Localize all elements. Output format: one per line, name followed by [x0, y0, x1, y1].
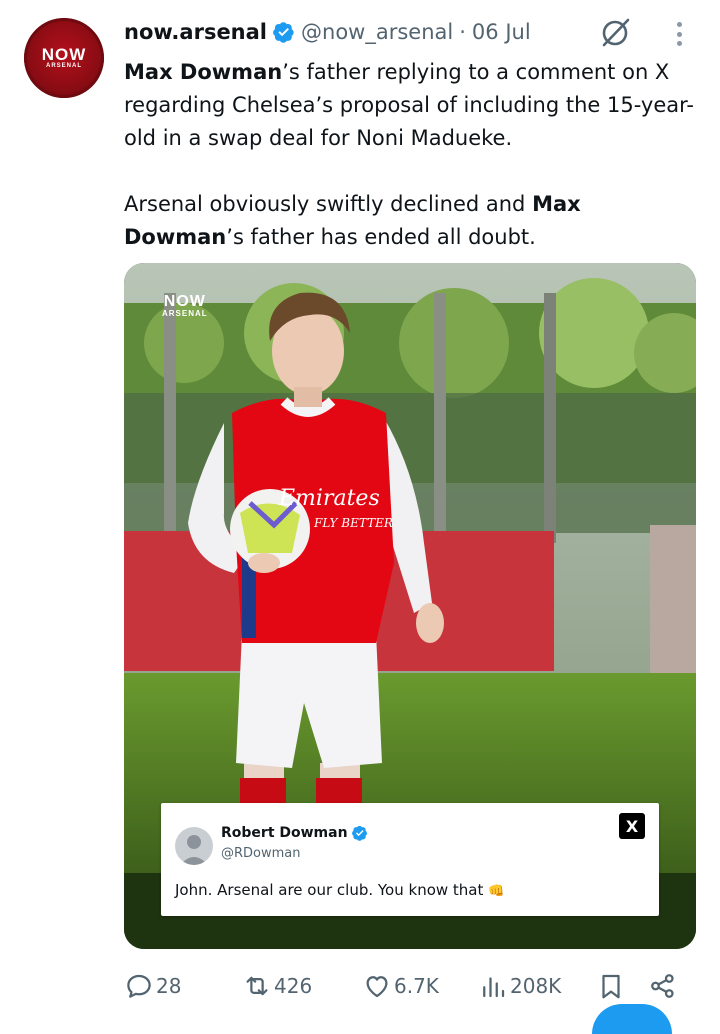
- like-icon: [366, 976, 388, 998]
- reply-author: Robert Dowman: [221, 825, 368, 841]
- bold-name: Max Dowman: [124, 60, 283, 84]
- handle[interactable]: @now_arsenal: [301, 20, 453, 44]
- post-paragraph-1: Max Dowman’s father replying to a commen…: [124, 56, 696, 155]
- paragraph-text: ’s father has ended all doubt.: [226, 225, 536, 249]
- floating-compose-button[interactable]: [592, 1004, 672, 1034]
- views-button[interactable]: 208K: [478, 966, 561, 1006]
- profile-avatar[interactable]: NOW ARSENAL: [24, 18, 104, 98]
- shirt-sponsor-tagline: FLY BETTER: [313, 516, 393, 530]
- post-paragraph-2: Arsenal obviously swiftly declined and M…: [124, 188, 696, 254]
- meta-separator: ·: [459, 20, 466, 44]
- embedded-reply-card: Robert Dowman @RDowman John. Arsenal are…: [161, 803, 659, 916]
- reply-icon: [127, 974, 151, 998]
- reply-avatar: [175, 827, 213, 865]
- share-icon: [651, 974, 674, 998]
- grok-icon[interactable]: [598, 16, 632, 50]
- bookmark-icon: [602, 974, 620, 999]
- repost-count: 426: [274, 974, 313, 998]
- repost-button[interactable]: 426: [242, 966, 312, 1006]
- verified-badge-icon: [273, 22, 294, 43]
- watermark-line1: NOW: [163, 293, 206, 310]
- views-icon: [483, 977, 505, 998]
- avatar-logo-text: NOW: [41, 45, 87, 64]
- x-logo-icon: X: [619, 813, 645, 839]
- watermark-line2: ARSENAL: [162, 309, 208, 318]
- verified-badge-icon: [351, 825, 367, 841]
- post-text: Max Dowman’s father replying to a commen…: [124, 56, 696, 254]
- reply-button[interactable]: 28: [124, 966, 181, 1006]
- reply-handle: @RDowman: [221, 846, 301, 861]
- post-header: now.arsenal @now_arsenal · 06 Jul: [124, 14, 531, 50]
- reply-author-name: Robert Dowman: [221, 825, 348, 841]
- watermark-logo: NOW ARSENAL: [162, 293, 208, 319]
- display-name[interactable]: now.arsenal: [124, 20, 267, 44]
- paragraph-text: Arsenal obviously swiftly declined and: [124, 192, 533, 216]
- reply-text: John. Arsenal are our club. You know tha…: [175, 881, 504, 899]
- like-button[interactable]: 6.7K: [362, 966, 439, 1006]
- avatar-logo-subtext: ARSENAL: [45, 63, 82, 69]
- repost-icon: [246, 976, 268, 996]
- post-media-image[interactable]: Emirates FLY BETTER NOW ARSENAL Robert D…: [124, 263, 696, 949]
- reply-count: 28: [156, 974, 182, 998]
- fist-emoji-icon: 👊: [488, 884, 505, 899]
- post-date[interactable]: 06 Jul: [472, 20, 531, 44]
- view-count: 208K: [510, 974, 562, 998]
- share-button[interactable]: [648, 966, 678, 1006]
- action-bar: 28 426 6.7K 208K: [124, 966, 696, 1006]
- more-options-icon[interactable]: [668, 18, 690, 50]
- bookmark-button[interactable]: [596, 966, 626, 1006]
- shirt-sponsor: Emirates: [278, 486, 380, 511]
- reply-text-body: John. Arsenal are our club. You know tha…: [175, 881, 484, 899]
- like-count: 6.7K: [394, 974, 439, 998]
